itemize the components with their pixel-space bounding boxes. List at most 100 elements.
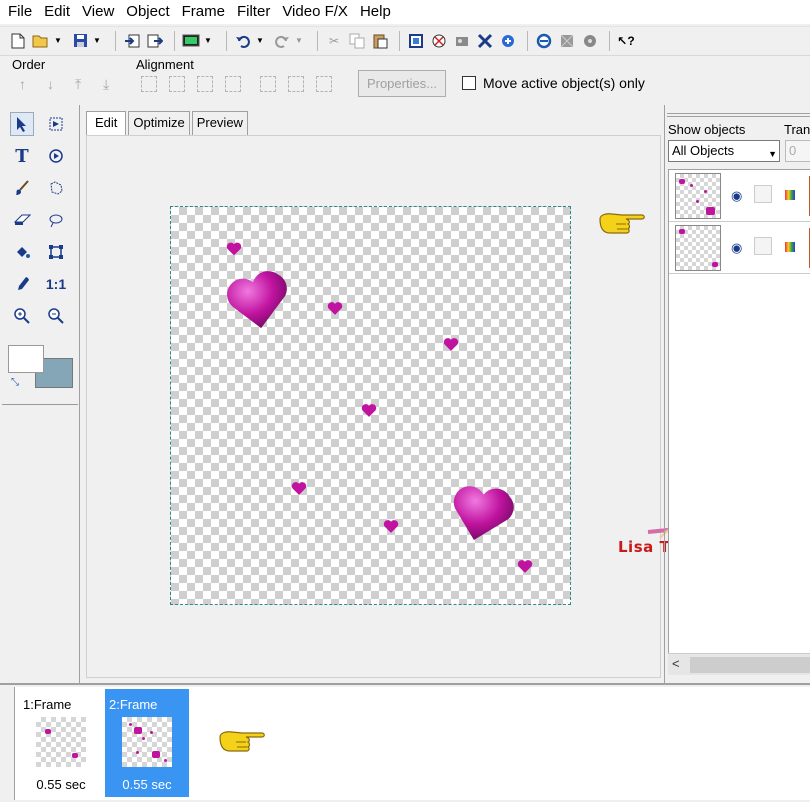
paint-bucket-tool-icon[interactable] xyxy=(10,240,34,264)
small-heart xyxy=(443,338,459,351)
preview-dropdown-icon[interactable]: ▼ xyxy=(204,36,214,45)
move-active-checkbox[interactable] xyxy=(462,76,476,90)
web-icon[interactable] xyxy=(534,31,554,51)
send-backward-icon[interactable]: ↓ xyxy=(47,76,54,92)
large-heart xyxy=(227,271,287,329)
tab-preview[interactable]: Preview xyxy=(191,111,248,135)
paste-icon[interactable] xyxy=(370,31,390,51)
eraser-tool-icon[interactable] xyxy=(10,208,34,232)
menu-file[interactable]: File xyxy=(2,0,38,24)
toolbox: T 1:1 ⤡ xyxy=(0,105,80,683)
frame-cell-1[interactable]: 1:Frame 0.55 sec xyxy=(19,689,103,797)
tab-edit[interactable]: Edit xyxy=(86,111,127,135)
toolbox-divider xyxy=(2,404,78,405)
menu-object[interactable]: Object xyxy=(120,0,175,24)
foreground-color-swatch[interactable] xyxy=(8,345,44,373)
copy-icon[interactable] xyxy=(347,31,367,51)
eyedropper-tool-icon[interactable] xyxy=(10,272,34,296)
banner-icon[interactable] xyxy=(429,31,449,51)
crop-tool-icon[interactable] xyxy=(44,112,68,136)
center-vertical-icon[interactable] xyxy=(288,76,304,92)
object-thumbnail xyxy=(675,173,721,219)
menu-video-fx[interactable]: Video F/X xyxy=(276,0,354,24)
save-icon[interactable] xyxy=(70,31,90,51)
panel-grip xyxy=(667,113,810,117)
export-icon[interactable] xyxy=(145,31,165,51)
undo-icon[interactable] xyxy=(233,31,253,51)
visibility-eye-icon[interactable]: ◉ xyxy=(731,240,742,256)
align-left-icon[interactable] xyxy=(141,76,157,92)
align-top-icon[interactable] xyxy=(169,76,185,92)
show-objects-dropdown[interactable]: All Objects ▼ xyxy=(668,140,780,162)
small-heart xyxy=(517,560,533,573)
color-palette-icon[interactable] xyxy=(785,190,795,200)
tab-optimize[interactable]: Optimize xyxy=(128,111,190,135)
transparency-input[interactable]: 0 xyxy=(785,140,810,162)
objects-panel: Show objects Tran All Objects ▼ 0 ◉ ◉ < xyxy=(664,105,810,683)
scroll-left-icon[interactable]: < xyxy=(672,656,680,671)
transform-tool-icon[interactable] xyxy=(44,240,68,264)
frame-delay[interactable]: 0.55 sec xyxy=(105,777,189,792)
open-icon[interactable] xyxy=(31,31,51,51)
select-tool-icon[interactable] xyxy=(10,112,34,136)
lock-toggle[interactable] xyxy=(754,237,772,255)
visibility-eye-icon[interactable]: ◉ xyxy=(731,188,742,204)
lasso-tool-icon[interactable] xyxy=(44,176,68,200)
order-label: Order xyxy=(12,57,46,72)
object-row[interactable]: ◉ xyxy=(669,170,810,222)
menu-help[interactable]: Help xyxy=(354,0,397,24)
save-dropdown-icon[interactable]: ▼ xyxy=(93,36,103,45)
align-right-icon[interactable] xyxy=(197,76,213,92)
actual-size-tool-icon[interactable]: 1:1 xyxy=(44,272,68,296)
image-slicer-icon[interactable] xyxy=(452,31,472,51)
toolbar-separator xyxy=(115,30,116,51)
freeform-select-icon[interactable] xyxy=(44,208,68,232)
open-dropdown-icon[interactable]: ▼ xyxy=(54,36,64,45)
zoom-out-tool-icon[interactable] xyxy=(44,304,68,328)
menu-frame[interactable]: Frame xyxy=(176,0,231,24)
fill-motion-icon[interactable] xyxy=(44,144,68,168)
paintbrush-tool-icon[interactable] xyxy=(10,176,34,200)
properties-button[interactable]: Properties... xyxy=(358,70,446,97)
toolbar-separator xyxy=(226,30,227,51)
image-canvas[interactable] xyxy=(170,206,571,605)
help-icon[interactable]: ↖? xyxy=(616,31,636,51)
swap-colors-icon[interactable]: ⤡ xyxy=(11,377,19,388)
bring-to-front-icon[interactable]: ⤒ xyxy=(75,76,81,93)
button-icon[interactable] xyxy=(475,31,495,51)
center-both-icon[interactable] xyxy=(316,76,332,92)
menu-view[interactable]: View xyxy=(76,0,120,24)
menu-filter[interactable]: Filter xyxy=(231,0,276,24)
show-objects-value: All Objects xyxy=(672,143,735,158)
import-icon[interactable] xyxy=(122,31,142,51)
frame-cell-2[interactable]: 2:Frame 0.55 sec xyxy=(105,689,189,797)
send-to-back-icon[interactable]: ⤓ xyxy=(103,76,109,93)
toolbar-separator xyxy=(527,30,528,51)
horizontal-scrollbar[interactable]: < xyxy=(668,653,810,675)
large-heart xyxy=(453,486,514,540)
effects-icon[interactable] xyxy=(557,31,577,51)
redo-icon[interactable] xyxy=(272,31,292,51)
object-row[interactable]: ◉ xyxy=(669,222,810,274)
redo-dropdown-icon[interactable]: ▼ xyxy=(295,36,305,45)
new-icon[interactable] xyxy=(8,31,28,51)
center-horizontal-icon[interactable] xyxy=(260,76,276,92)
animation-wizard-icon[interactable] xyxy=(406,31,426,51)
text-tool-icon[interactable]: T xyxy=(10,144,34,168)
frame-label: 2:Frame xyxy=(109,697,158,712)
undo-dropdown-icon[interactable]: ▼ xyxy=(256,36,266,45)
color-palette-icon[interactable] xyxy=(785,242,795,252)
optimize-icon[interactable] xyxy=(580,31,600,51)
bring-forward-icon[interactable]: ↑ xyxy=(19,76,26,92)
alignment-label: Alignment xyxy=(136,57,194,72)
cut-icon[interactable]: ✂ xyxy=(324,31,344,51)
align-bottom-icon[interactable] xyxy=(225,76,241,92)
zoom-in-tool-icon[interactable] xyxy=(10,304,34,328)
menu-edit[interactable]: Edit xyxy=(38,0,76,24)
show-objects-label: Show objects xyxy=(668,122,746,137)
animate-icon[interactable] xyxy=(498,31,518,51)
scrollbar-thumb[interactable] xyxy=(690,657,810,673)
frame-delay[interactable]: 0.55 sec xyxy=(19,777,103,792)
preview-in-browser-icon[interactable] xyxy=(181,31,201,51)
lock-toggle[interactable] xyxy=(754,185,772,203)
